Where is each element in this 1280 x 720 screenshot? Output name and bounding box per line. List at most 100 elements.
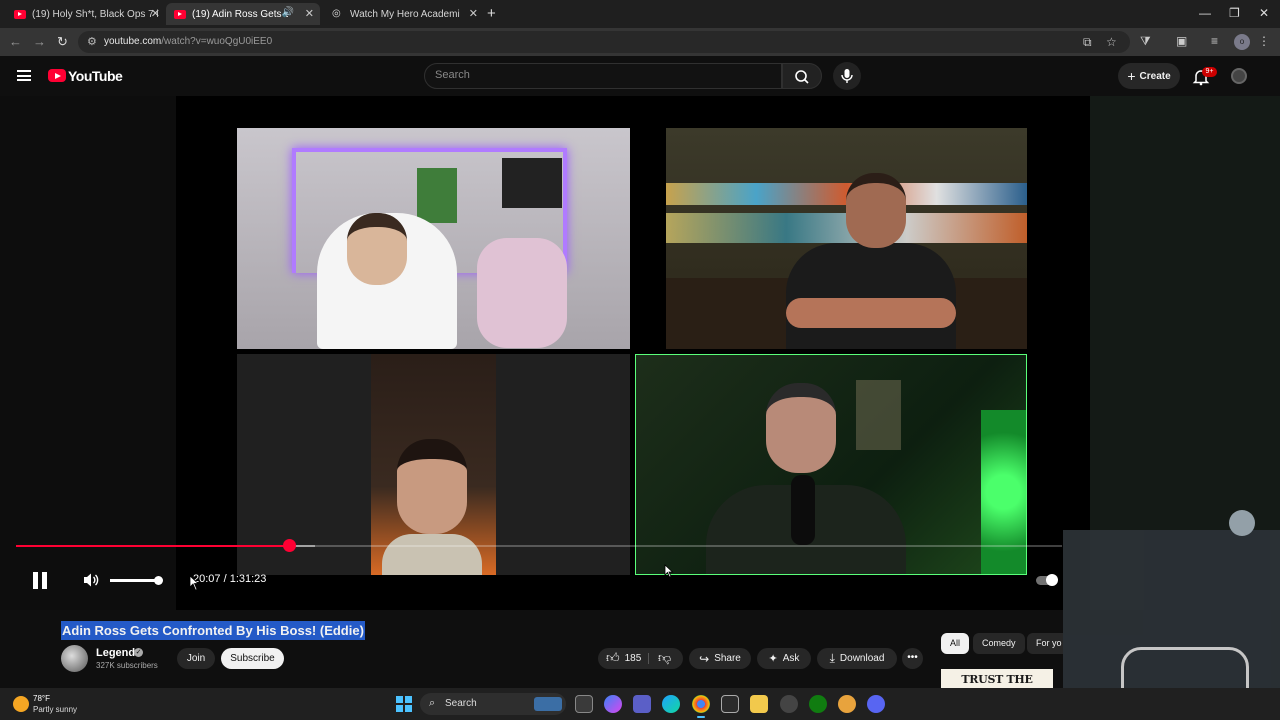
teams-icon[interactable] [633, 695, 651, 713]
volume-slider-handle[interactable] [153, 576, 163, 585]
subscribe-button[interactable]: Subscribe [221, 648, 284, 669]
taskbar-search[interactable]: ⌕ Search [420, 693, 566, 715]
search-icon [795, 70, 809, 84]
install-app-icon[interactable]: ⧉ [1083, 35, 1092, 50]
volume-slider-fill [110, 579, 158, 582]
extensions-puzzle-icon[interactable]: ⧩ [1140, 34, 1151, 49]
arrow-cursor-icon [664, 564, 674, 578]
weather-sun-icon[interactable] [13, 696, 29, 712]
app-icon[interactable] [838, 695, 856, 713]
download-button[interactable]: ⤓ Download [817, 648, 897, 669]
hamburger-menu-icon[interactable] [17, 70, 31, 81]
tab-my-hero-academia[interactable]: ◎ Watch My Hero Academia Fina ✕ [324, 3, 484, 25]
browser-menu-icon[interactable]: ⋮ [1258, 34, 1270, 48]
youtube-logo-text[interactable]: YouTube [68, 68, 123, 84]
download-icon: ⤓ [829, 651, 835, 665]
subscriber-count: 327K subscribers [96, 661, 158, 670]
store-icon[interactable] [721, 695, 739, 713]
reload-icon[interactable]: ↻ [57, 34, 68, 50]
weather-description[interactable]: Partly sunny [33, 705, 77, 714]
copilot-icon[interactable] [604, 695, 622, 713]
tab-adin-ross[interactable]: (19) Adin Ross Gets Confro 🔊 ✕ [166, 3, 320, 25]
voice-search-button[interactable] [833, 62, 861, 90]
close-window-icon[interactable]: ✕ [1259, 6, 1269, 20]
notification-count-badge: 9+ [1202, 67, 1217, 77]
facecam-mini-avatar [1229, 510, 1255, 536]
pause-icon[interactable] [32, 572, 48, 589]
dislike-button-icon[interactable]: 👎︎ [658, 650, 671, 666]
chrome-browser-icon[interactable] [692, 695, 710, 718]
channel-avatar[interactable] [61, 645, 88, 672]
more-actions-button[interactable]: ••• [902, 648, 923, 669]
close-tab-icon[interactable]: ✕ [469, 7, 478, 20]
video-title: Adin Ross Gets Confronted By His Boss! (… [61, 621, 365, 640]
account-avatar[interactable] [1231, 68, 1247, 84]
hand-cursor-icon [189, 575, 199, 591]
share-arrow-icon: ↪ [699, 651, 710, 666]
thumbs-up-icon: 👍︎ [606, 650, 620, 665]
tab-title: (19) Adin Ross Gets Confro [192, 8, 288, 20]
search-icon: ⌕ [429, 697, 436, 709]
site-info-icon[interactable]: ⚙ [87, 35, 97, 48]
media-controls-icon[interactable]: ≡ [1211, 34, 1218, 48]
youtube-logo-icon[interactable] [48, 69, 66, 82]
url-text[interactable]: youtube.com/watch?v=wuoQgU0iEE0 [104, 36, 272, 47]
like-dislike-group: 👍︎ 185 👎︎ [598, 648, 683, 669]
back-arrow-icon[interactable]: ← [9, 34, 22, 49]
share-label: Share [714, 653, 741, 664]
tab-black-ops[interactable]: (19) Holy Sh*t, Black Ops 7 is N ✕ [6, 3, 166, 25]
discord-icon[interactable] [867, 695, 885, 713]
task-view-icon[interactable] [575, 695, 593, 713]
youtube-favicon-icon [174, 9, 186, 19]
forward-arrow-icon[interactable]: → [33, 34, 46, 49]
speaker-audio-icon[interactable]: 🔊 [282, 7, 294, 18]
player-ambient-left [0, 96, 176, 610]
minimize-window-icon[interactable]: — [1199, 6, 1211, 20]
taskbar-search-label: Search [445, 698, 477, 709]
share-button[interactable]: ↪ Share [689, 648, 751, 669]
youtube-masthead: YouTube + Create 9+ [0, 56, 1280, 96]
youtube-favicon-icon [14, 9, 26, 19]
progress-scrubber-handle[interactable] [282, 539, 296, 552]
channel-name[interactable]: Legend [96, 647, 135, 659]
divider [648, 653, 649, 664]
search-button[interactable] [782, 63, 822, 89]
verified-badge-icon: ✓ [134, 648, 143, 657]
windows-start-icon[interactable] [396, 696, 412, 712]
address-bar[interactable]: ⚙ youtube.com/watch?v=wuoQgU0iEE0 ⧉ ☆ [78, 31, 1130, 53]
video-frame-phone-cam [237, 354, 630, 575]
browser-tab-strip: (19) Holy Sh*t, Black Ops 7 is N ✕ (19) … [0, 0, 1280, 28]
ask-label: Ask [782, 653, 800, 664]
weather-temperature[interactable]: 78°F [33, 694, 50, 703]
settings-gear-icon[interactable] [780, 695, 798, 713]
tab-title: Watch My Hero Academia Fina [350, 8, 460, 20]
create-button[interactable]: + Create [1118, 63, 1180, 89]
split-view-icon[interactable]: ▣ [1176, 34, 1187, 48]
windows-taskbar: 78°F Partly sunny ⌕ Search [0, 688, 1280, 720]
tab-title: (19) Holy Sh*t, Black Ops 7 is N [32, 8, 158, 20]
join-button[interactable]: Join [177, 648, 215, 669]
edge-browser-icon[interactable] [662, 695, 680, 713]
time-display: 20:07 / 1:31:23 [193, 573, 267, 585]
search-input[interactable] [435, 69, 765, 81]
profile-avatar[interactable]: o [1234, 34, 1250, 50]
download-label: Download [839, 653, 885, 664]
ask-button[interactable]: ✦ Ask [757, 648, 811, 669]
chip-for-you[interactable]: For yo [1027, 633, 1063, 654]
plus-icon: + [1127, 68, 1136, 84]
close-tab-icon[interactable]: ✕ [151, 7, 160, 20]
chip-all[interactable]: All [941, 633, 970, 654]
new-tab-button[interactable]: + [487, 5, 496, 22]
xbox-icon[interactable] [809, 695, 827, 713]
bookmark-star-icon[interactable]: ☆ [1106, 35, 1117, 49]
file-explorer-icon[interactable] [750, 695, 768, 713]
restore-window-icon[interactable]: ❐ [1229, 6, 1240, 20]
autoplay-toggle[interactable] [1036, 574, 1058, 586]
close-tab-icon[interactable]: ✕ [305, 7, 314, 20]
video-frame-streamer-room [237, 128, 630, 349]
volume-icon[interactable] [82, 572, 100, 588]
like-button[interactable]: 👍︎ 185 [606, 650, 641, 666]
sparkle-icon: ✦ [768, 653, 778, 665]
anime-site-favicon-icon: ◎ [332, 8, 341, 19]
chip-comedy[interactable]: Comedy [973, 633, 1025, 654]
